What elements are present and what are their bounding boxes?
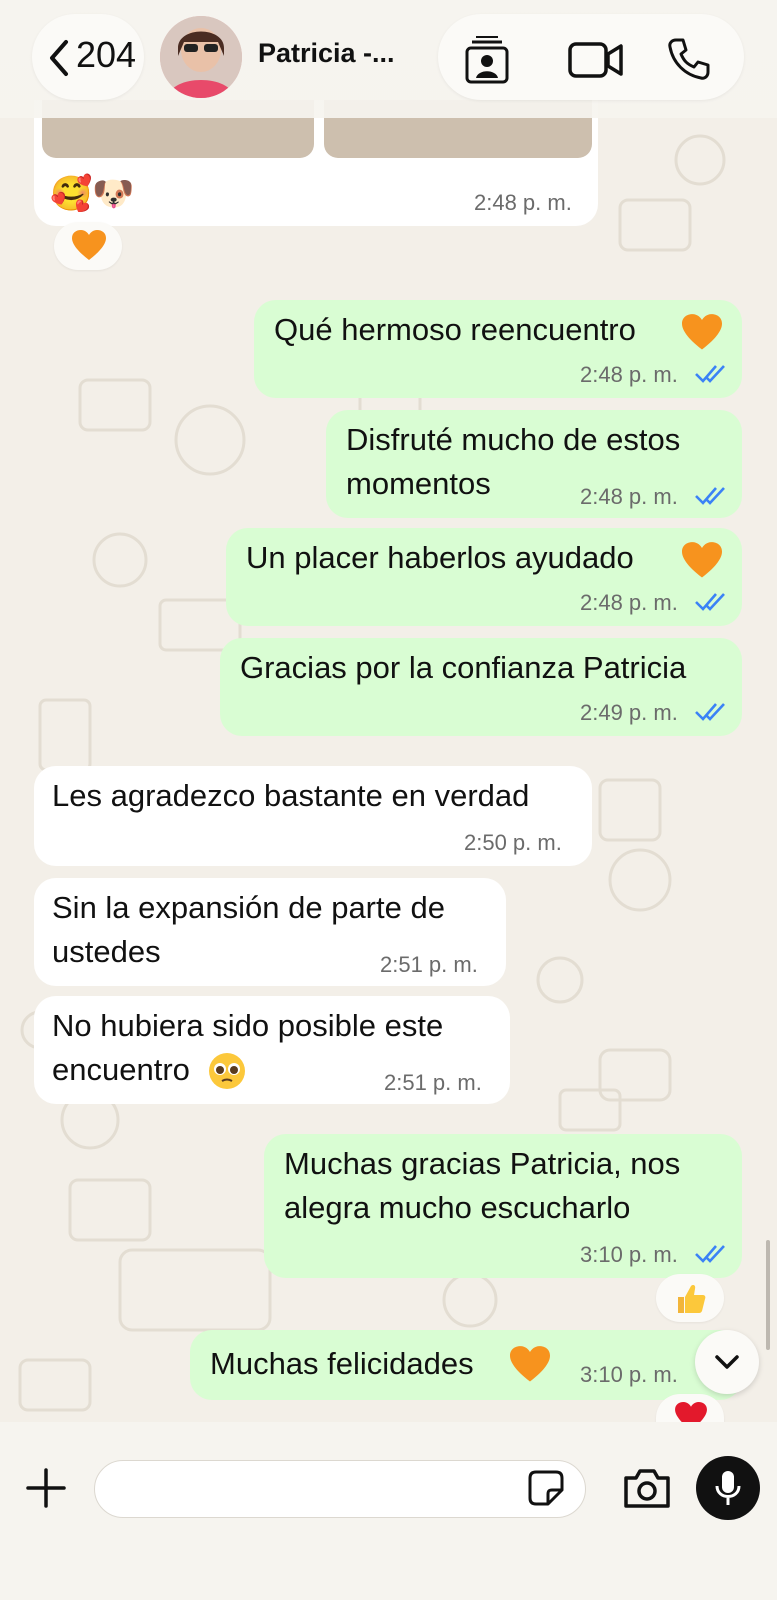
message-time: 2:48 p. m. bbox=[580, 590, 678, 615]
incoming-message[interactable]: No hubiera sido posible este encuentro 2… bbox=[34, 996, 510, 1104]
message-text: No hubiera sido posible este bbox=[52, 1008, 444, 1043]
camera-icon[interactable] bbox=[622, 1466, 672, 1510]
message-time: 2:48 p. m. bbox=[580, 484, 678, 509]
outgoing-message[interactable]: Muchas felicidades 3:10 p. m. bbox=[190, 1330, 742, 1400]
outgoing-message[interactable]: Qué hermoso reencuentro 2:48 p. m. bbox=[254, 300, 742, 398]
message-text: momentos bbox=[346, 466, 491, 501]
incoming-message[interactable]: Les agradezco bastante en verdad 2:50 p.… bbox=[34, 766, 592, 866]
message-time: 2:49 p. m. bbox=[580, 700, 678, 725]
orange-heart-icon bbox=[72, 230, 106, 260]
message-text: Un placer haberlos ayudado bbox=[246, 540, 634, 575]
contact-card-icon[interactable] bbox=[464, 36, 510, 84]
message-time: 2:50 p. m. bbox=[464, 830, 562, 855]
message-text: Sin la expansión de parte de bbox=[52, 890, 445, 925]
message-text: Les agradezco bastante en verdad bbox=[52, 778, 530, 813]
outgoing-message[interactable]: Gracias por la confianza Patricia 2:49 p… bbox=[220, 638, 742, 736]
header-actions bbox=[438, 14, 744, 100]
orange-heart-icon bbox=[682, 314, 722, 350]
prev-image-message[interactable]: 🥰🐶 2:48 p. m. bbox=[34, 100, 598, 226]
outgoing-message[interactable]: Un placer haberlos ayudado 2:48 p. m. bbox=[226, 528, 742, 626]
contact-name[interactable]: Patricia -... bbox=[258, 38, 395, 69]
orange-heart-icon bbox=[682, 542, 722, 578]
message-time: 3:10 p. m. bbox=[580, 1242, 678, 1267]
back-button[interactable]: 204 bbox=[32, 14, 144, 100]
incoming-message[interactable]: Sin la expansión de parte de ustedes 2:5… bbox=[34, 878, 506, 986]
thumbs-up-icon bbox=[678, 1285, 706, 1313]
message-text: Gracias por la confianza Patricia bbox=[240, 650, 687, 685]
chevron-down-icon bbox=[715, 1355, 739, 1369]
orange-heart-icon bbox=[510, 1346, 550, 1382]
message-time: 3:10 p. m. bbox=[580, 1362, 678, 1387]
message-time: 2:48 p. m. bbox=[580, 362, 678, 387]
chat-header: 204 Patricia -... bbox=[0, 0, 777, 118]
outgoing-message[interactable]: Muchas gracias Patricia, nos alegra much… bbox=[264, 1134, 742, 1278]
message-text: Disfruté mucho de estos bbox=[346, 422, 681, 457]
message-text: Muchas gracias Patricia, nos bbox=[284, 1146, 681, 1181]
microphone-icon bbox=[715, 1471, 741, 1505]
voice-message-button[interactable] bbox=[696, 1456, 760, 1520]
profile-photo bbox=[160, 16, 242, 98]
message-text: Qué hermoso reencuentro bbox=[274, 312, 636, 347]
message-time: 2:48 p. m. bbox=[474, 190, 572, 215]
sticker-icon[interactable] bbox=[526, 1468, 566, 1508]
unread-count: 204 bbox=[76, 34, 137, 75]
video-call-icon[interactable] bbox=[568, 40, 624, 80]
read-ticks-icon bbox=[695, 487, 725, 505]
avatar[interactable] bbox=[160, 16, 242, 98]
read-ticks-icon bbox=[695, 703, 725, 721]
chevron-left-icon bbox=[50, 40, 68, 76]
message-text: encuentro bbox=[52, 1052, 190, 1087]
message-time: 2:51 p. m. bbox=[384, 1070, 482, 1095]
message-input[interactable] bbox=[94, 1460, 586, 1518]
message-time: 2:51 p. m. bbox=[380, 952, 478, 977]
message-composer bbox=[0, 1422, 777, 1600]
plus-icon[interactable] bbox=[24, 1466, 68, 1510]
scroll-to-bottom-button[interactable] bbox=[695, 1330, 759, 1394]
phone-icon[interactable] bbox=[666, 36, 712, 82]
read-ticks-icon bbox=[695, 365, 725, 383]
pleading-face-icon bbox=[209, 1053, 245, 1089]
scrollbar[interactable] bbox=[766, 1240, 770, 1350]
message-text: Muchas felicidades bbox=[210, 1346, 474, 1381]
reaction-badge[interactable] bbox=[54, 222, 122, 270]
outgoing-message[interactable]: Disfruté mucho de estos momentos 2:48 p.… bbox=[326, 410, 742, 518]
message-text: ustedes bbox=[52, 934, 161, 969]
read-ticks-icon bbox=[695, 593, 725, 611]
read-ticks-icon bbox=[695, 1245, 725, 1263]
message-text: alegra mucho escucharlo bbox=[284, 1190, 631, 1225]
reaction-badge[interactable] bbox=[656, 1274, 724, 1322]
message-text: 🥰🐶 bbox=[50, 175, 135, 213]
